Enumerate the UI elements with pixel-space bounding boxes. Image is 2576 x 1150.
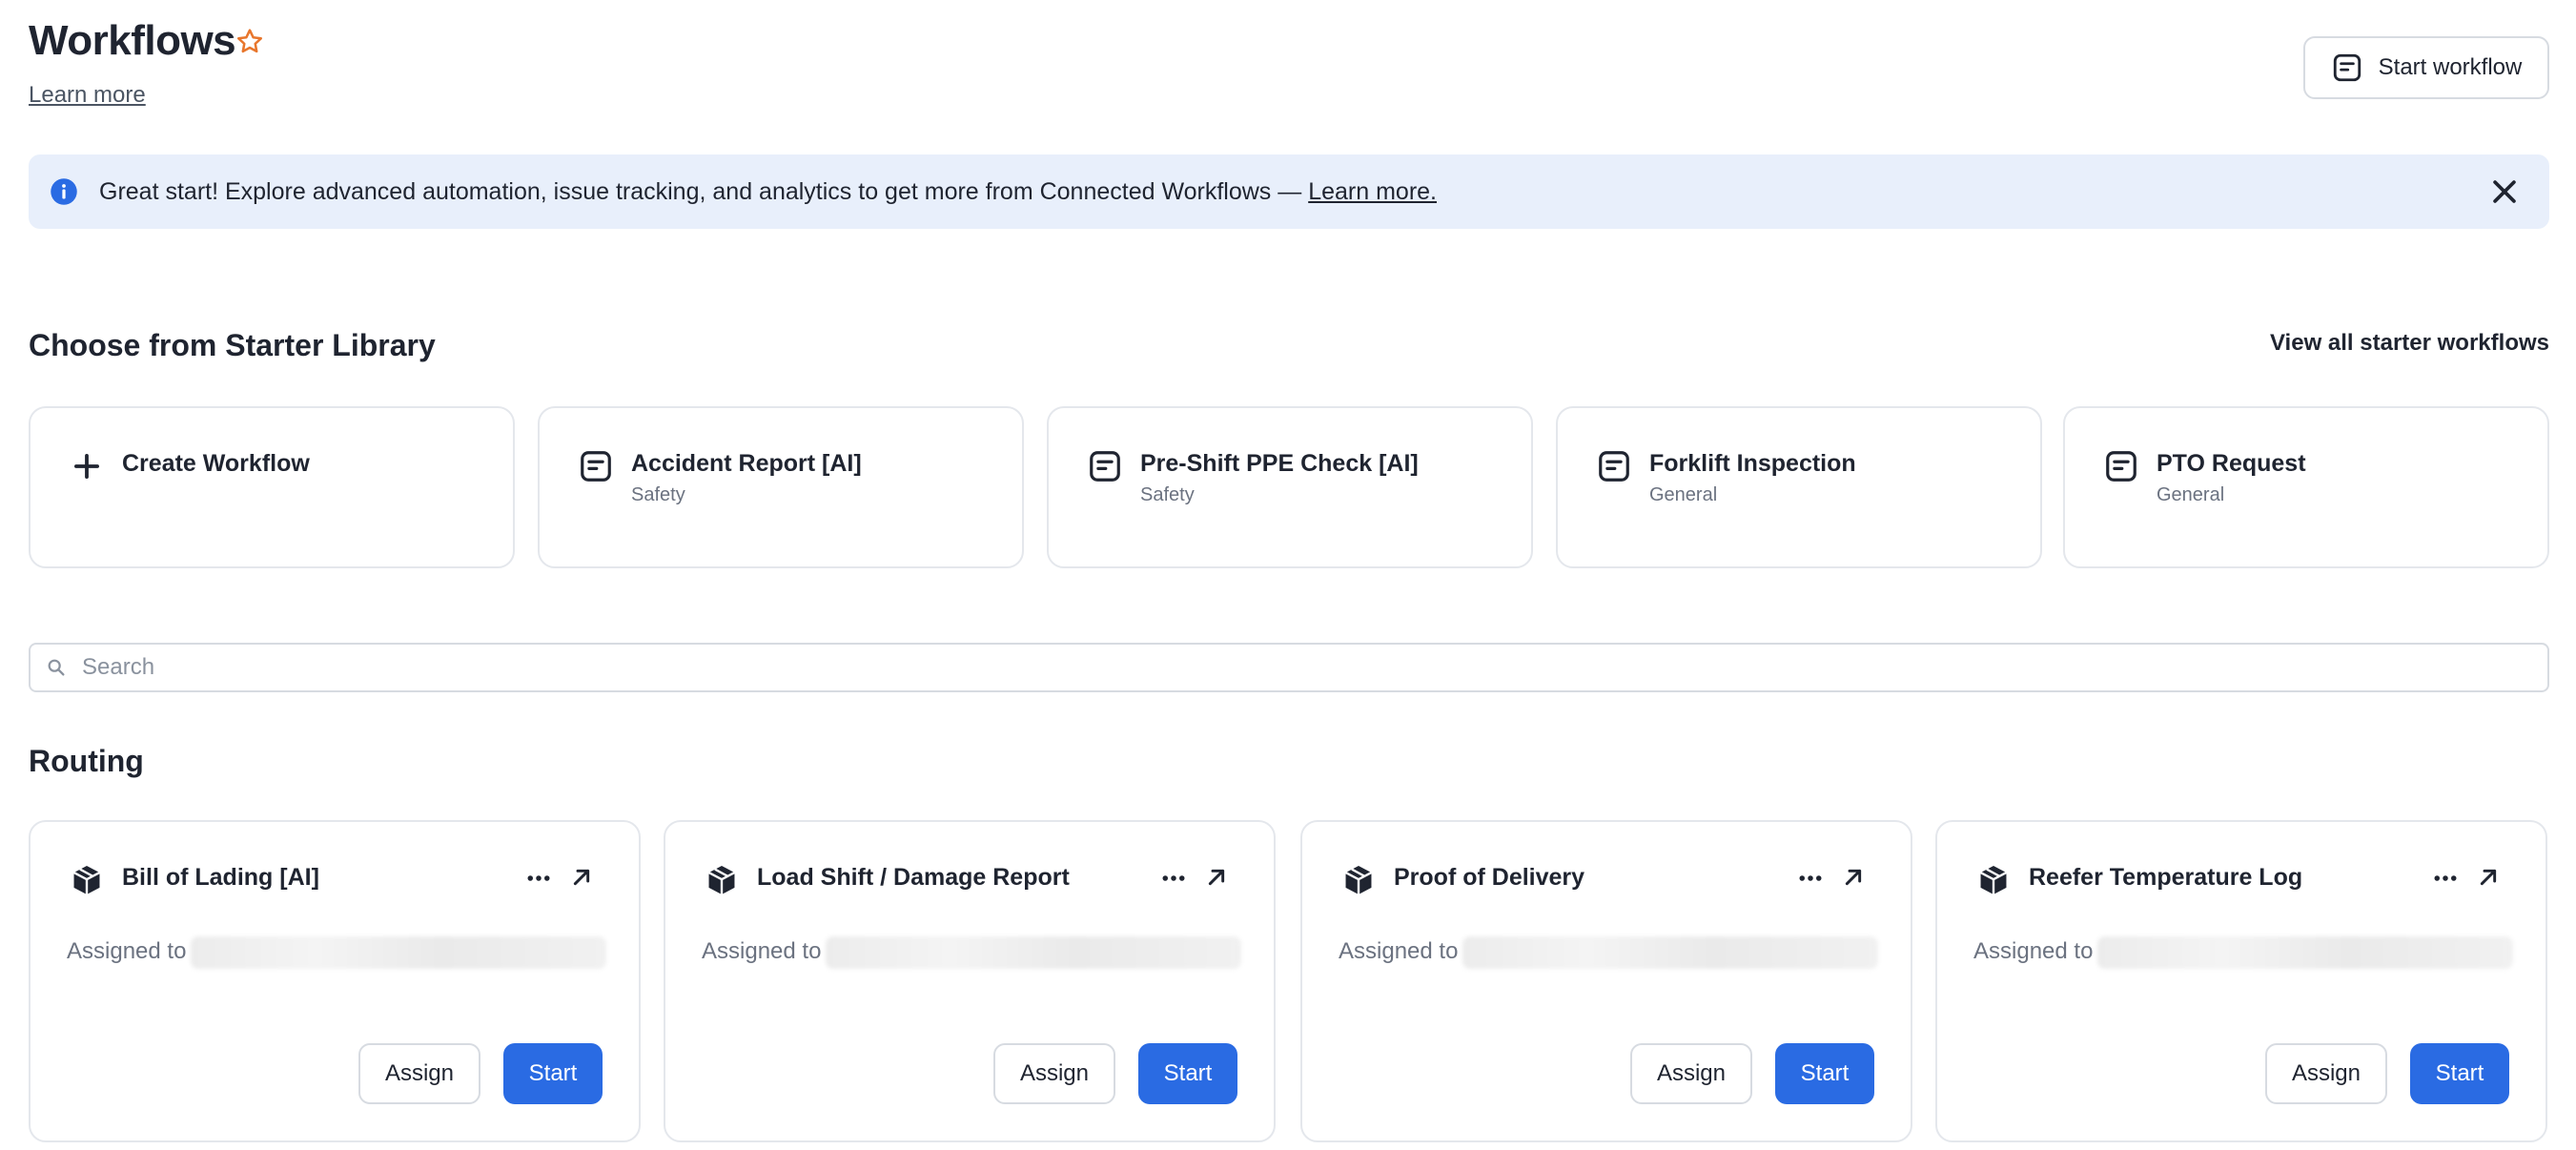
start-button[interactable]: Start <box>2410 1043 2509 1104</box>
start-button[interactable]: Start <box>1775 1043 1874 1104</box>
more-icon[interactable] <box>524 864 553 893</box>
starter-card-category: General <box>1649 484 1718 505</box>
assign-button[interactable]: Assign <box>993 1043 1115 1104</box>
assigned-to-label: Assigned to <box>1973 938 2094 964</box>
form-icon <box>2106 451 2136 482</box>
assignee-redacted <box>191 936 606 969</box>
search-icon <box>48 659 65 676</box>
start-workflow-label: Start workflow <box>2378 54 2523 80</box>
starter-card-pto-request[interactable]: PTO Request General <box>2063 406 2549 568</box>
view-all-starter-workflows-link[interactable]: View all starter workflows <box>2270 330 2549 357</box>
starter-card-name: Accident Report [AI] <box>631 450 862 477</box>
more-icon[interactable] <box>1159 864 1188 893</box>
starter-card-create-workflow[interactable]: Create Workflow <box>29 406 515 568</box>
workflow-card-load-shift-damage-report: Load Shift / Damage Report Assigned to A… <box>664 820 1276 1142</box>
starter-card-name: Pre-Shift PPE Check [AI] <box>1140 450 1419 477</box>
starter-card-name: PTO Request <box>2157 450 2306 477</box>
more-icon[interactable] <box>1796 864 1825 893</box>
open-external-icon[interactable] <box>1201 862 1232 893</box>
starter-card-accident-report[interactable]: Accident Report [AI] Safety <box>538 406 1024 568</box>
close-icon[interactable] <box>2488 175 2521 208</box>
banner-learn-more-link[interactable]: Learn more. <box>1308 178 1437 205</box>
start-button[interactable]: Start <box>503 1043 603 1104</box>
assign-button[interactable]: Assign <box>1630 1043 1752 1104</box>
workflow-card-proof-of-delivery: Proof of Delivery Assigned to Assign Sta… <box>1300 820 1912 1142</box>
starter-card-name: Forklift Inspection <box>1649 450 1856 477</box>
search-bar <box>29 643 2549 692</box>
workflow-card-bill-of-lading: Bill of Lading [AI] Assigned to Assign S… <box>29 820 641 1142</box>
package-icon <box>1979 865 2008 895</box>
workflows-page: Workflows Learn more Start workflow Grea… <box>0 0 2576 1150</box>
routing-section-title: Routing <box>29 744 144 778</box>
assigned-to-label: Assigned to <box>67 938 187 964</box>
start-workflow-button[interactable]: Start workflow <box>2303 36 2549 99</box>
package-icon <box>72 865 101 895</box>
starter-card-name: Create Workflow <box>122 450 310 477</box>
form-icon <box>2333 53 2361 82</box>
package-icon <box>707 865 736 895</box>
open-external-icon[interactable] <box>566 862 597 893</box>
assign-button[interactable]: Assign <box>358 1043 480 1104</box>
open-external-icon[interactable] <box>2473 862 2504 893</box>
workflow-card-name: Reefer Temperature Log <box>2029 864 2303 891</box>
assign-button[interactable]: Assign <box>2265 1043 2387 1104</box>
info-banner: Great start! Explore advanced automation… <box>29 154 2549 229</box>
starter-card-category: Safety <box>631 484 685 505</box>
starter-card-category: Safety <box>1140 484 1195 505</box>
start-button[interactable]: Start <box>1138 1043 1237 1104</box>
workflow-card-reefer-temperature-log: Reefer Temperature Log Assigned to Assig… <box>1935 820 2547 1142</box>
workflow-card-name: Load Shift / Damage Report <box>757 864 1070 891</box>
more-icon[interactable] <box>2431 864 2460 893</box>
page-title: Workflows <box>29 17 236 64</box>
star-icon[interactable] <box>235 27 265 57</box>
assignee-redacted <box>2097 936 2513 969</box>
starter-card-pre-shift-ppe-check[interactable]: Pre-Shift PPE Check [AI] Safety <box>1047 406 1533 568</box>
workflow-card-name: Proof of Delivery <box>1394 864 1585 891</box>
search-input[interactable] <box>80 653 2467 682</box>
banner-message: Great start! Explore advanced automation… <box>99 178 1437 206</box>
starter-card-forklift-inspection[interactable]: Forklift Inspection General <box>1556 406 2042 568</box>
assigned-to-label: Assigned to <box>702 938 822 964</box>
form-icon <box>1090 451 1120 482</box>
assigned-to-label: Assigned to <box>1339 938 1459 964</box>
starter-library-title: Choose from Starter Library <box>29 328 436 362</box>
assignee-redacted <box>826 936 1241 969</box>
form-icon <box>1599 451 1629 482</box>
plus-icon <box>74 454 99 479</box>
assignee-redacted <box>1462 936 1878 969</box>
workflow-card-name: Bill of Lading [AI] <box>122 864 319 891</box>
starter-card-category: General <box>2157 484 2225 505</box>
banner-text: Great start! Explore advanced automation… <box>99 177 1309 205</box>
learn-more-link[interactable]: Learn more <box>29 82 146 109</box>
package-icon <box>1344 865 1373 895</box>
open-external-icon[interactable] <box>1838 862 1869 893</box>
info-icon <box>51 178 77 205</box>
form-icon <box>581 451 611 482</box>
